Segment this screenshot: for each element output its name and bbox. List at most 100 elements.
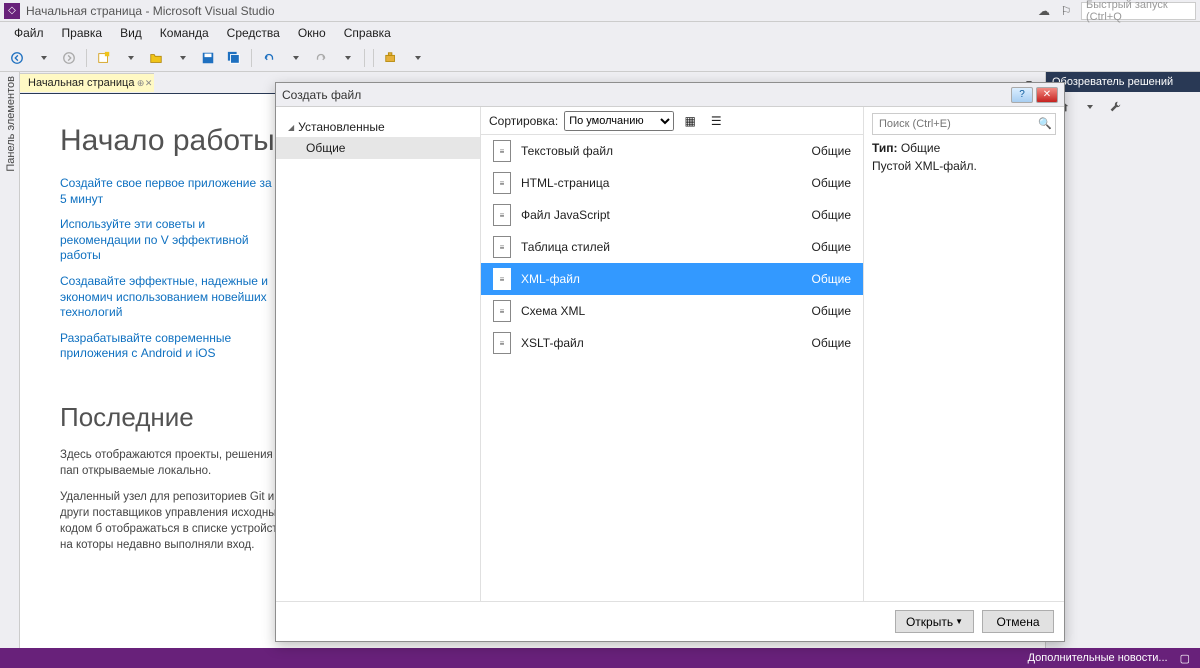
- template-category: Общие: [812, 304, 851, 318]
- template-category: Общие: [812, 240, 851, 254]
- template-name: Таблица стилей: [521, 240, 802, 254]
- menubar: Файл Правка Вид Команда Средства Окно Сп…: [0, 22, 1200, 44]
- file-type-icon: ≡: [493, 332, 511, 354]
- redo-dropdown[interactable]: [336, 47, 358, 69]
- statusbar: Дополнительные новости... ▢: [0, 648, 1200, 668]
- template-name: Схема XML: [521, 304, 802, 318]
- menu-window[interactable]: Окно: [290, 24, 334, 42]
- tab-label: Начальная страница: [28, 77, 134, 89]
- menu-tools[interactable]: Средства: [219, 24, 288, 42]
- dialog-title: Создать файл: [282, 88, 361, 102]
- template-name: XSLT-файл: [521, 336, 802, 350]
- nav-forward-button[interactable]: [58, 47, 80, 69]
- solution-dropdown[interactable]: [1078, 96, 1100, 118]
- template-name: Текстовый файл: [521, 144, 802, 158]
- undo-button[interactable]: [258, 47, 280, 69]
- template-list: ≡Текстовый файлОбщие≡HTML-страницаОбщие≡…: [481, 135, 863, 601]
- menu-team[interactable]: Команда: [152, 24, 217, 42]
- template-item[interactable]: ≡ HTML-страница Общие: [481, 167, 863, 199]
- search-input[interactable]: [872, 113, 1056, 135]
- template-category: Общие: [812, 176, 851, 190]
- pin-icon[interactable]: ⊕: [137, 78, 145, 89]
- file-type-icon: ≡: [493, 172, 511, 194]
- search-icon[interactable]: 🔍: [1038, 117, 1052, 130]
- dialog-details-pane: 🔍 Тип: Общие Пустой XML-файл.: [864, 107, 1064, 601]
- dialog-sort-bar: Сортировка: По умолчанию ▦ ☰: [481, 107, 863, 135]
- save-all-button[interactable]: [223, 47, 245, 69]
- menu-view[interactable]: Вид: [112, 24, 150, 42]
- wrench-icon[interactable]: [1104, 96, 1126, 118]
- start-link[interactable]: Используйте эти советы и рекомендации по…: [60, 217, 280, 264]
- news-link[interactable]: Дополнительные новости...: [1028, 652, 1168, 665]
- nav-back-dropdown[interactable]: [32, 47, 54, 69]
- dialog-footer: Открыть ▼ Отмена: [276, 601, 1064, 641]
- cancel-button[interactable]: Отмена: [982, 610, 1054, 633]
- nav-back-button[interactable]: [6, 47, 28, 69]
- new-project-dropdown[interactable]: [119, 47, 141, 69]
- start-link[interactable]: Разрабатывайте современные приложения с …: [60, 331, 280, 362]
- type-label: Тип:: [872, 141, 898, 155]
- sort-label: Сортировка:: [489, 114, 558, 128]
- dialog-titlebar: Создать файл ? ✕: [276, 83, 1064, 107]
- dialog-help-button[interactable]: ?: [1011, 87, 1033, 103]
- undo-dropdown[interactable]: [284, 47, 306, 69]
- template-item[interactable]: ≡ XSLT-файл Общие: [481, 327, 863, 359]
- type-description: Пустой XML-файл.: [872, 159, 1056, 173]
- dialog-close-button[interactable]: ✕: [1036, 87, 1058, 103]
- toolbox-dock[interactable]: Панель элементов: [0, 72, 20, 648]
- template-item[interactable]: ≡ Таблица стилей Общие: [481, 231, 863, 263]
- type-value: Общие: [901, 141, 940, 155]
- template-category: Общие: [812, 208, 851, 222]
- create-file-dialog: Создать файл ? ✕ Установленные Общие Сор…: [275, 82, 1065, 642]
- template-item[interactable]: ≡ Схема XML Общие: [481, 295, 863, 327]
- new-project-button[interactable]: [93, 47, 115, 69]
- window-title: Начальная страница - Microsoft Visual St…: [26, 4, 275, 18]
- expand-icon[interactable]: ▢: [1180, 652, 1190, 665]
- solution-explorer-title: Обозреватель решений: [1046, 72, 1200, 92]
- close-icon[interactable]: ✕: [145, 78, 153, 89]
- template-item[interactable]: ≡ Текстовый файл Общие: [481, 135, 863, 167]
- template-category: Общие: [812, 144, 851, 158]
- recent-text: Здесь отображаются проекты, решения и па…: [60, 447, 300, 479]
- open-button[interactable]: Открыть ▼: [895, 610, 974, 633]
- start-link[interactable]: Создавайте эффектные, надежные и экономи…: [60, 274, 280, 321]
- view-large-icon[interactable]: ▦: [680, 111, 700, 131]
- quick-launch-input[interactable]: Быстрый запуск (Ctrl+Q: [1081, 2, 1196, 20]
- tree-node-general[interactable]: Общие: [276, 137, 480, 159]
- template-name: HTML-страница: [521, 176, 802, 190]
- open-file-button[interactable]: [145, 47, 167, 69]
- template-name: XML-файл: [521, 272, 802, 286]
- template-name: Файл JavaScript: [521, 208, 802, 222]
- cloud-sync-icon[interactable]: ☁: [1037, 4, 1051, 18]
- file-type-icon: ≡: [493, 236, 511, 258]
- template-category: Общие: [812, 336, 851, 350]
- file-type-icon: ≡: [493, 300, 511, 322]
- chevron-down-icon: ▼: [955, 617, 963, 626]
- redo-button[interactable]: [310, 47, 332, 69]
- save-button[interactable]: [197, 47, 219, 69]
- start-link[interactable]: Создайте свое первое приложение за 5 мин…: [60, 176, 280, 207]
- vs-logo-icon: ◇: [4, 3, 20, 19]
- tab-start-page[interactable]: Начальная страница ⊕ ✕: [20, 73, 154, 92]
- open-file-dropdown[interactable]: [171, 47, 193, 69]
- extensions-dropdown[interactable]: [406, 47, 428, 69]
- solution-explorer: Обозреватель решений: [1045, 72, 1200, 648]
- template-item[interactable]: ≡ XML-файл Общие: [481, 263, 863, 295]
- template-item[interactable]: ≡ Файл JavaScript Общие: [481, 199, 863, 231]
- extensions-button[interactable]: [380, 47, 402, 69]
- sort-select[interactable]: По умолчанию: [564, 111, 674, 131]
- titlebar: ◇ Начальная страница - Microsoft Visual …: [0, 0, 1200, 22]
- menu-file[interactable]: Файл: [6, 24, 52, 42]
- file-type-icon: ≡: [493, 204, 511, 226]
- dialog-tree: Установленные Общие: [276, 107, 481, 601]
- file-type-icon: ≡: [493, 140, 511, 162]
- file-type-icon: ≡: [493, 268, 511, 290]
- menu-help[interactable]: Справка: [336, 24, 399, 42]
- notification-icon[interactable]: ⚐: [1059, 4, 1073, 18]
- toolbar: [0, 44, 1200, 72]
- template-category: Общие: [812, 272, 851, 286]
- view-list-icon[interactable]: ☰: [706, 111, 726, 131]
- recent-text: Удаленный узел для репозиториев Git и др…: [60, 489, 300, 553]
- tree-node-installed[interactable]: Установленные: [276, 117, 480, 137]
- menu-edit[interactable]: Правка: [54, 24, 111, 42]
